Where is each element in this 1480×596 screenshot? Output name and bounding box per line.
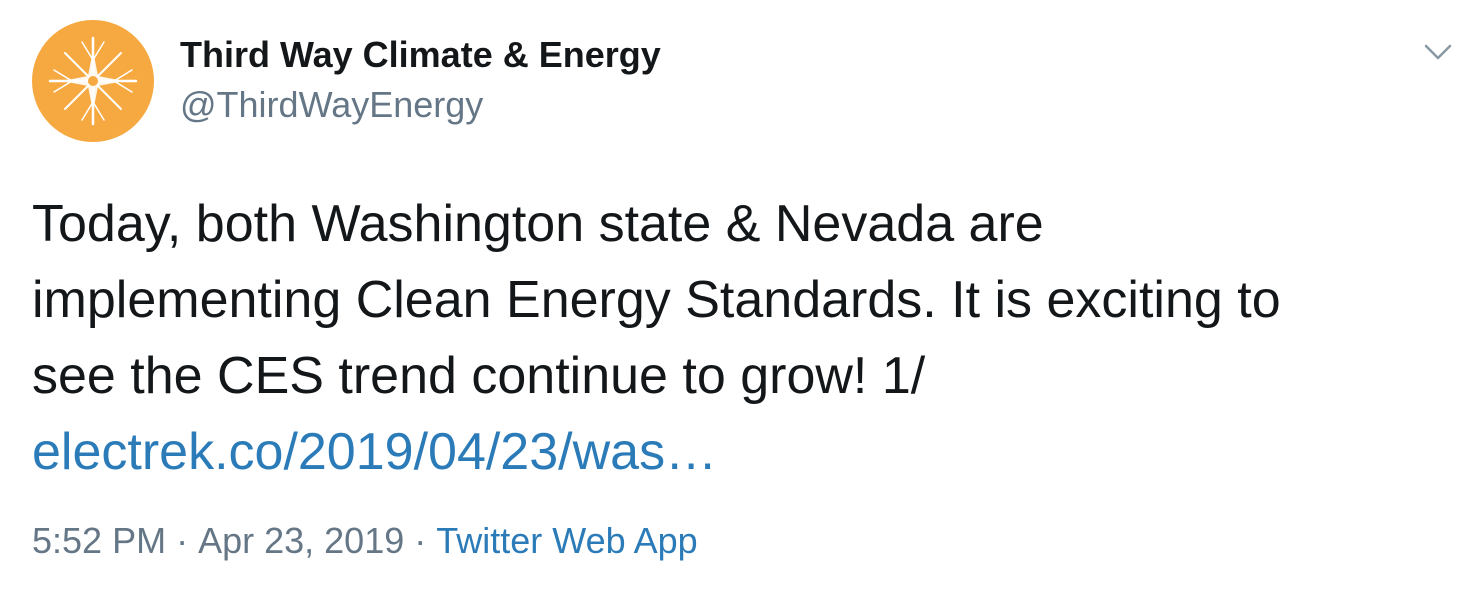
tweet-time[interactable]: 5:52 PM [32, 520, 166, 561]
tweet-source[interactable]: Twitter Web App [436, 520, 697, 561]
tweet-text-line: Today, both Washington state & Nevada ar… [32, 195, 1044, 253]
author-display-name[interactable]: Third Way Climate & Energy [180, 34, 661, 76]
avatar[interactable] [32, 20, 154, 142]
meta-separator: · [414, 520, 427, 561]
tweet-text: Today, both Washington state & Nevada ar… [32, 186, 1432, 490]
sunburst-logo-icon [48, 36, 138, 126]
article-link[interactable]: electrek.co/2019/04/23/was… [32, 423, 717, 481]
chevron-down-icon [1424, 44, 1452, 60]
tweet-date[interactable]: Apr 23, 2019 [198, 520, 404, 561]
tweet-menu-button[interactable] [1420, 36, 1456, 66]
meta-separator: · [176, 520, 189, 561]
tweet-meta: 5:52 PM · Apr 23, 2019 · Twitter Web App [32, 520, 698, 562]
tweet-card: Third Way Climate & Energy @ThirdWayEner… [0, 0, 1480, 596]
tweet-text-line: implementing Clean Energy Standards. It … [32, 271, 1281, 329]
author-handle[interactable]: @ThirdWayEnergy [180, 84, 483, 126]
tweet-text-line: see the CES trend continue to grow! 1/ [32, 347, 926, 405]
